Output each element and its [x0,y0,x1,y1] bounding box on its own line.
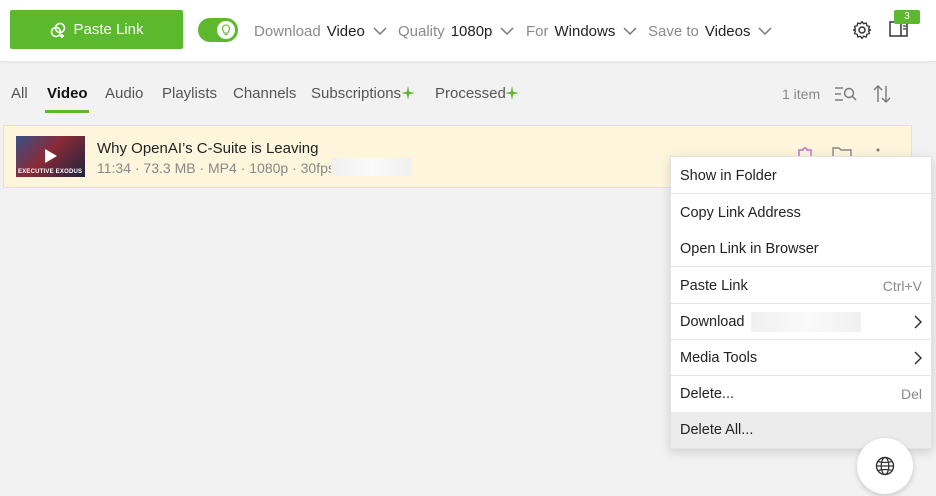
platform-label: For [526,22,549,40]
active-tab-indicator [45,110,89,113]
chevron-down-icon [373,27,387,36]
menu-item-download[interactable]: Download [671,304,931,340]
menu-divider [671,266,931,267]
menu-item-label: Download [680,314,745,330]
chevron-down-icon [623,27,637,36]
save-to-label: Save to [648,22,699,40]
notification-badge: 3 [894,10,920,24]
tab-channels[interactable]: Channels [233,85,296,102]
save-to-dropdown[interactable]: Save to Videos [648,20,772,42]
download-type-dropdown[interactable]: Download Video [254,20,387,42]
platform-value: Windows [554,22,616,40]
quality-dropdown[interactable]: Quality 1080p [398,20,514,42]
bulb-icon [221,24,231,36]
chevron-right-icon [914,351,922,365]
smart-mode-toggle[interactable] [198,18,238,42]
item-title: Why OpenAI’s C-Suite is Leaving [97,140,319,157]
menu-item-show-in-folder[interactable]: Show in Folder [671,158,931,194]
menu-item-label: Open Link in Browser [680,241,819,257]
save-to-value: Videos [704,22,751,40]
toggle-knob [217,21,235,39]
tab-all[interactable]: All [11,85,28,102]
thumbnail-caption: EXECUTIVE EXODUS [18,169,83,175]
sparkle-icon [505,86,519,100]
menu-item-label: Copy Link Address [680,205,801,221]
context-menu: Show in Folder Copy Link Address Open Li… [670,156,932,449]
menu-item-copy-link[interactable]: Copy Link Address [671,195,931,231]
search-list-icon[interactable] [834,85,858,103]
redacted-text [750,312,861,332]
folder-icon[interactable] [832,146,852,156]
platform-dropdown[interactable]: For Windows [526,20,637,42]
tab-processed[interactable]: Processed [435,85,506,102]
download-type-value: Video [326,22,365,40]
sort-icon[interactable] [873,84,891,104]
video-thumbnail[interactable]: EXECUTIVE EXODUS [16,136,85,177]
menu-item-open-link[interactable]: Open Link in Browser [671,231,931,267]
item-meta: 11:34 · 73.3 MB · MP4 · 1080p · 30fps · [97,160,344,176]
tab-audio[interactable]: Audio [105,85,143,102]
sparkle-icon [401,86,415,100]
menu-item-media-tools[interactable]: Media Tools [671,340,931,376]
shortcut-label: Ctrl+V [882,278,922,294]
menu-item-delete[interactable]: Delete... Del [671,376,931,412]
chevron-down-icon [500,27,514,36]
redacted-text [331,158,411,176]
menu-item-paste-link[interactable]: Paste Link Ctrl+V [671,268,931,304]
play-icon [45,149,57,163]
chevron-right-icon [914,315,922,329]
toolbar: Paste Link Download Video Quality 1080p … [0,0,936,62]
tab-playlists[interactable]: Playlists [162,85,217,102]
link-plus-icon [51,22,66,38]
tab-video[interactable]: Video [47,85,88,102]
menu-item-label: Delete All... [680,422,754,438]
menu-item-label: Show in Folder [680,168,777,184]
paste-link-button[interactable]: Paste Link [10,10,183,49]
browser-button[interactable] [857,438,913,494]
paste-link-label: Paste Link [73,21,144,38]
chevron-down-icon [758,27,772,36]
download-type-label: Download [254,22,321,40]
menu-item-label: Delete... [680,386,734,402]
globe-icon [875,456,895,476]
puzzle-icon[interactable] [797,146,815,156]
gear-icon[interactable] [852,20,872,40]
menu-item-label: Paste Link [680,278,748,294]
menu-item-label: Media Tools [680,350,758,366]
menu-divider [671,193,931,194]
more-options-icon[interactable] [876,146,880,156]
item-count: 1 item [782,86,821,102]
tab-subscriptions[interactable]: Subscriptions [311,85,401,102]
quality-value: 1080p [450,22,493,40]
quality-label: Quality [398,22,445,40]
shortcut-label: Del [900,386,922,402]
